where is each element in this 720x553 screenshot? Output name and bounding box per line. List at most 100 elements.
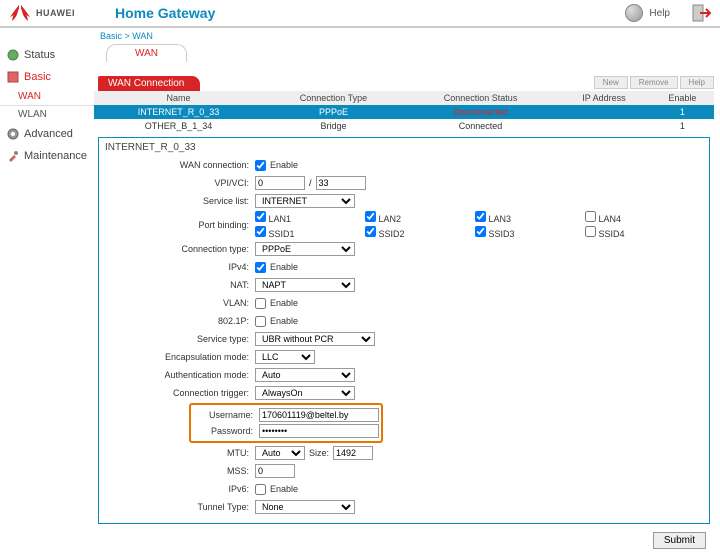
huawei-icon bbox=[8, 3, 32, 23]
ssid2-checkbox[interactable] bbox=[365, 226, 376, 237]
ssid3-item: SSID3 bbox=[475, 226, 575, 239]
logo: HUAWEI bbox=[8, 3, 75, 23]
username-input[interactable] bbox=[259, 408, 379, 422]
nav-maintenance[interactable]: Maintenance bbox=[0, 145, 94, 167]
th-type: Connection Type bbox=[263, 91, 404, 105]
th-ip: IP Address bbox=[557, 91, 651, 105]
nav-wan[interactable]: WAN bbox=[0, 88, 94, 106]
nav-status-label: Status bbox=[24, 49, 55, 61]
servicelist-select[interactable]: INTERNET bbox=[255, 194, 355, 208]
tabs: WAN bbox=[106, 44, 714, 62]
nat-select[interactable]: NAPT bbox=[255, 278, 355, 292]
help-icon[interactable] bbox=[625, 4, 643, 22]
content: WAN New Remove Help WAN Connection Name … bbox=[94, 44, 720, 553]
credentials-highlight: Username: Password: bbox=[189, 403, 383, 443]
nav-basic[interactable]: Basic bbox=[0, 66, 94, 88]
help-button[interactable]: Help bbox=[680, 76, 714, 89]
lbl-portbind: Port binding: bbox=[105, 220, 255, 230]
ssid2-item: SSID2 bbox=[365, 226, 465, 239]
breadcrumb: Basic > WAN bbox=[0, 28, 720, 44]
action-buttons: New Remove Help bbox=[594, 76, 714, 89]
lbl-tunnel: Tunnel Type: bbox=[105, 502, 255, 512]
section-header: WAN Connection bbox=[98, 76, 200, 91]
nav-advanced-label: Advanced bbox=[24, 128, 73, 140]
port-grid: LAN1 LAN2 LAN3 LAN4 SSID1 SSID2 SSID3 SS… bbox=[255, 211, 685, 239]
8021p-checkbox[interactable] bbox=[255, 316, 266, 327]
top-right: Help bbox=[625, 3, 712, 23]
exit-icon[interactable] bbox=[692, 3, 712, 23]
vlan-checkbox[interactable] bbox=[255, 298, 266, 309]
password-input[interactable] bbox=[259, 424, 379, 438]
lbl-mtu: MTU: bbox=[105, 448, 255, 458]
sidebar: Status Basic WAN WLAN Advanced Maintenan… bbox=[0, 44, 94, 553]
ipv4-checkbox[interactable] bbox=[255, 262, 266, 273]
lan3-item: LAN3 bbox=[475, 211, 575, 224]
connection-table: Name Connection Type Connection Status I… bbox=[94, 91, 714, 133]
conntype-select[interactable]: PPPoE bbox=[255, 242, 355, 256]
lan3-checkbox[interactable] bbox=[475, 211, 486, 222]
lbl-auth: Authentication mode: bbox=[105, 370, 255, 380]
nav-wlan[interactable]: WLAN bbox=[0, 106, 94, 123]
lbl-servtype: Service type: bbox=[105, 334, 255, 344]
brand-text: HUAWEI bbox=[36, 8, 75, 18]
lbl-mss: MSS: bbox=[105, 466, 255, 476]
auth-select[interactable]: Auto bbox=[255, 368, 355, 382]
nav-advanced[interactable]: Advanced bbox=[0, 123, 94, 145]
lan4-checkbox[interactable] bbox=[585, 211, 596, 222]
servtype-select[interactable]: UBR without PCR bbox=[255, 332, 375, 346]
table-row[interactable]: OTHER_B_1_34 Bridge Connected 1 bbox=[94, 119, 714, 133]
th-status: Connection Status bbox=[404, 91, 557, 105]
config-panel: INTERNET_R_0_33 WAN connection:Enable VP… bbox=[98, 137, 710, 524]
lbl-trigger: Connection trigger: bbox=[105, 388, 255, 398]
mtu-select[interactable]: Auto bbox=[255, 446, 305, 460]
help-text[interactable]: Help bbox=[649, 8, 670, 19]
lan2-checkbox[interactable] bbox=[365, 211, 376, 222]
table-row[interactable]: INTERNET_R_0_33 PPPoE Disconnected 1 bbox=[94, 105, 714, 119]
ssid4-checkbox[interactable] bbox=[585, 226, 596, 237]
ssid3-checkbox[interactable] bbox=[475, 226, 486, 237]
mtu-size-input[interactable] bbox=[333, 446, 373, 460]
table-header: Name Connection Type Connection Status I… bbox=[94, 91, 714, 105]
tab-wan[interactable]: WAN bbox=[106, 44, 187, 62]
panel-title: INTERNET_R_0_33 bbox=[105, 142, 703, 153]
nav-maintenance-label: Maintenance bbox=[24, 150, 87, 162]
ssid1-item: SSID1 bbox=[255, 226, 355, 239]
lbl-conntype: Connection type: bbox=[105, 244, 255, 254]
ssid4-item: SSID4 bbox=[585, 226, 685, 239]
th-name: Name bbox=[94, 91, 263, 105]
lbl-wanconn: WAN connection: bbox=[105, 160, 255, 170]
nav-basic-label: Basic bbox=[24, 71, 51, 83]
submit-button[interactable]: Submit bbox=[653, 532, 706, 549]
vci-input[interactable] bbox=[316, 176, 366, 190]
lan1-item: LAN1 bbox=[255, 211, 355, 224]
new-button[interactable]: New bbox=[594, 76, 628, 89]
lbl-nat: NAT: bbox=[105, 280, 255, 290]
page-title: Home Gateway bbox=[115, 5, 215, 21]
lbl-pass: Password: bbox=[193, 426, 259, 436]
lbl-ipv4: IPv4: bbox=[105, 262, 255, 272]
lbl-encap: Encapsulation mode: bbox=[105, 352, 255, 362]
encap-select[interactable]: LLC bbox=[255, 350, 315, 364]
lbl-user: Username: bbox=[193, 410, 259, 420]
ssid1-checkbox[interactable] bbox=[255, 226, 266, 237]
advanced-icon bbox=[6, 127, 20, 141]
ipv6-checkbox[interactable] bbox=[255, 484, 266, 495]
lbl-servicelist: Service list: bbox=[105, 196, 255, 206]
topbar: HUAWEI Home Gateway Help bbox=[0, 0, 720, 28]
nav-status[interactable]: Status bbox=[0, 44, 94, 66]
lbl-vpivci: VPI/VCI: bbox=[105, 178, 255, 188]
trigger-select[interactable]: AlwaysOn bbox=[255, 386, 355, 400]
tunnel-select[interactable]: None bbox=[255, 500, 355, 514]
lan1-checkbox[interactable] bbox=[255, 211, 266, 222]
th-enable: Enable bbox=[651, 91, 714, 105]
status-icon bbox=[6, 48, 20, 62]
wanconn-checkbox[interactable] bbox=[255, 160, 266, 171]
lan2-item: LAN2 bbox=[365, 211, 465, 224]
vpi-input[interactable] bbox=[255, 176, 305, 190]
mss-input[interactable] bbox=[255, 464, 295, 478]
submit-area: Submit bbox=[94, 528, 714, 553]
maintenance-icon bbox=[6, 149, 20, 163]
lbl-ipv6: IPv6: bbox=[105, 484, 255, 494]
remove-button[interactable]: Remove bbox=[630, 76, 678, 89]
lbl-8021p: 802.1P: bbox=[105, 316, 255, 326]
